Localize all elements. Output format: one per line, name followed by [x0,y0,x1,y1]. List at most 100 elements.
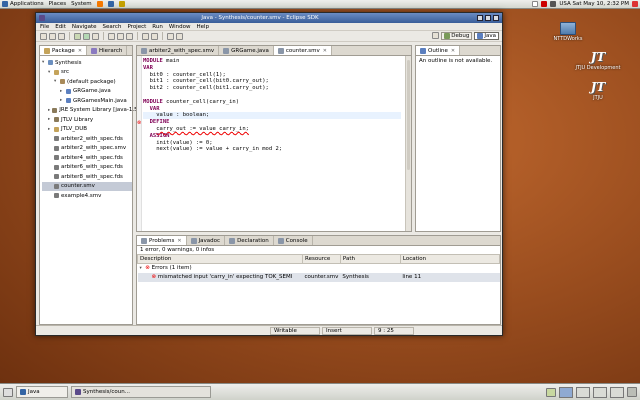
scrollbar-thumb[interactable] [407,60,410,170]
places-menu[interactable]: Places [49,1,67,7]
volume-icon[interactable] [550,1,557,7]
external-tools-icon[interactable] [92,32,99,40]
close-tab-icon[interactable]: ✕ [177,238,181,244]
tree-item[interactable]: ▸ GRGamesMain.java [42,96,132,106]
tree-item[interactable]: ▾ (default package) [42,77,132,87]
workspace-2[interactable] [576,386,590,398]
tree-item[interactable]: ▸ JRE System Library [java-1.5.0-...] [42,106,152,116]
show-desktop-icon[interactable] [3,387,13,397]
run-icon[interactable] [83,32,90,40]
applications-menu[interactable]: Applications [2,1,44,7]
error-group-row[interactable]: ▾ ⊗ Errors (1 item) [138,264,500,273]
tree-item[interactable]: example4.smv [42,191,132,201]
desktop-icon-jtju-development[interactable]: JT JTJU Development [576,50,621,71]
menu-navigate[interactable]: Navigate [72,24,97,30]
close-tab-icon[interactable]: ✕ [323,48,327,54]
new-package-icon[interactable] [117,32,124,40]
column-description[interactable]: Description [137,254,303,264]
code-line: init(value) := 0; [143,140,401,147]
new-java-project-icon[interactable] [108,32,115,40]
menu-help[interactable]: Help [197,24,210,30]
close-icon[interactable] [493,15,499,21]
system-menu[interactable]: System [71,1,92,7]
expand-arrow-icon[interactable]: ▸ [60,98,64,103]
tree-item[interactable]: ▸ GRGame.java [42,87,132,97]
trash-icon[interactable] [627,387,637,397]
tree-item[interactable]: counter.smv [42,181,132,191]
tree-item[interactable]: arbiter2_with_spec.fds [42,134,132,144]
tab-hierarchy[interactable]: Hierarch [87,46,128,55]
expand-arrow-icon[interactable]: ▾ [140,266,144,271]
forward-icon[interactable] [176,32,183,40]
tree-item[interactable]: ▸ JTLV Library [42,115,132,125]
maximize-icon[interactable] [485,15,491,21]
expand-arrow-icon[interactable]: ▸ [48,127,52,132]
expand-arrow-icon[interactable]: ▸ [48,108,50,113]
clock[interactable]: USA Sat May 10, 2:32 PM [559,1,629,7]
tab-javadoc[interactable]: Javadoc [187,236,226,245]
new-icon[interactable] [40,32,47,40]
error-marker-icon[interactable]: ⊗ [137,120,141,126]
tree-item[interactable]: arbiter8_with_spec.fds [42,172,132,182]
editor-scrollbar[interactable] [405,56,411,231]
tree-item[interactable]: ▸ JTLV_DUB [42,125,132,135]
collapse-arrow-icon[interactable]: ▾ [48,70,52,75]
menu-project[interactable]: Project [127,24,146,30]
firefox-launcher-icon[interactable] [96,1,103,7]
collapse-arrow-icon[interactable]: ▾ [54,79,58,84]
task-java[interactable]: Java [16,386,68,398]
open-perspective-icon[interactable] [432,32,440,39]
column-location[interactable]: Location [399,254,501,264]
window-titlebar[interactable]: Java - Synthesis/counter.smv - Eclipse S… [36,13,502,23]
collapse-arrow-icon[interactable]: ▾ [42,60,46,65]
workspace-3[interactable] [593,386,607,398]
applet-icon[interactable] [546,387,556,397]
menu-run[interactable]: Run [152,24,163,30]
column-path[interactable]: Path [339,254,401,264]
menu-window[interactable]: Window [169,24,191,30]
tab-declaration[interactable]: Declaration [225,236,274,245]
tab-package-explorer[interactable]: Package ✕ [40,46,88,55]
tree-item[interactable]: ▾ src [42,68,132,78]
task-eclipse[interactable]: Synthesis/coun... [71,386,211,398]
desktop-icon-nttdworks[interactable]: NTTDWorks [548,22,588,42]
minimize-icon[interactable] [477,15,483,21]
search-icon[interactable] [151,32,158,40]
table-row[interactable]: ⊗ mismatched input 'carry_in' expecting … [137,272,500,282]
tree-item[interactable]: arbiter4_with_spec.fds [42,153,132,163]
workspace-1[interactable] [559,386,573,398]
tab-grgame-java[interactable]: GRGame.java [219,46,274,55]
workspace-4[interactable] [610,386,624,398]
tree-item[interactable]: arbiter2_with_spec.smv [42,144,132,154]
power-icon[interactable] [632,1,638,7]
tab-problems[interactable]: Problems ✕ [137,236,187,245]
column-resource[interactable]: Resource [302,254,341,264]
new-class-icon[interactable] [126,32,133,40]
menu-file[interactable]: File [40,24,49,30]
tab-console[interactable]: Console [274,236,313,245]
code-area[interactable]: MODULE main VAR bit0 : counter_cell(1); b… [143,58,401,153]
update-notify-icon[interactable] [541,1,548,7]
back-icon[interactable] [167,32,174,40]
perspective-debug[interactable]: Debug [441,32,473,40]
mail-launcher-icon[interactable] [107,1,114,7]
close-tab-icon[interactable]: ✕ [451,48,455,54]
menu-search[interactable]: Search [103,24,122,30]
tree-item[interactable]: ▾ Synthesis [42,58,132,68]
print-icon[interactable] [58,32,65,40]
expand-arrow-icon[interactable]: ▸ [48,117,52,122]
open-type-icon[interactable] [142,32,149,40]
desktop-icon-jtju[interactable]: JT JTJU [578,80,618,101]
save-icon[interactable] [49,32,56,40]
tab-counter-smv[interactable]: counter.smv ✕ [273,46,332,55]
tab-outline[interactable]: Outline ✕ [416,46,461,55]
tab-arbiter2-with-spec-smv[interactable]: arbiter2_with_spec.smv [137,46,220,55]
expand-arrow-icon[interactable]: ▸ [60,89,64,94]
menu-edit[interactable]: Edit [55,24,66,30]
close-tab-icon[interactable]: ✕ [78,48,82,54]
mail-notify-icon[interactable] [532,1,539,7]
tree-item[interactable]: arbiter6_with_spec.fds [42,163,132,173]
help-launcher-icon[interactable] [118,1,125,7]
debug-icon[interactable] [74,32,81,40]
perspective-java[interactable]: Java [474,32,499,40]
